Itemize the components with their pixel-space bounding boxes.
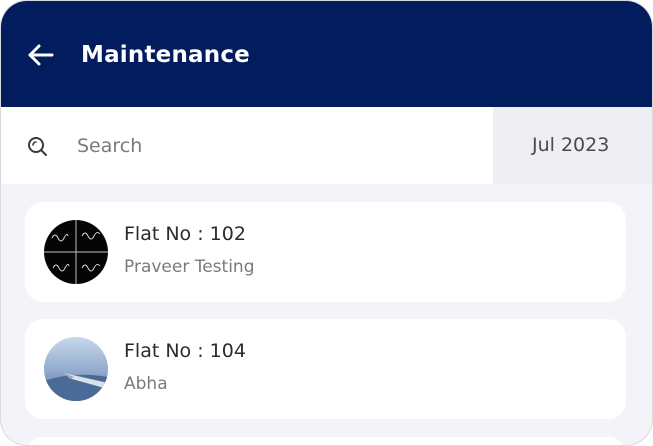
app-header: Maintenance (1, 1, 652, 107)
avatar (44, 337, 108, 401)
resident-name: Abha (124, 374, 168, 394)
app-screen: Maintenance Jul 2023 (1, 1, 652, 445)
list-item-partial[interactable] (25, 437, 626, 445)
flat-list: Flat No : 102 Praveer Testing Flat No: … (1, 184, 652, 445)
signature-collage-avatar (44, 220, 108, 284)
list-item[interactable]: Flat No : 102 Praveer Testing (25, 202, 626, 302)
airplane-wing-sky-avatar (44, 337, 108, 401)
search-icon (28, 137, 47, 156)
back-button[interactable] (23, 39, 57, 71)
flat-number: Flat No : 104 (124, 340, 246, 362)
resident-name: Praveer Testing (124, 257, 255, 277)
month-selector[interactable]: Jul 2023 (493, 107, 652, 184)
flat-number: Flat No : 102 (124, 223, 246, 245)
list-item[interactable]: Flat No : 104 Abha (25, 319, 626, 419)
arrow-left-icon (28, 44, 54, 66)
month-label: Jul 2023 (532, 134, 610, 156)
page-title: Maintenance (81, 42, 250, 68)
search-bar (1, 107, 493, 184)
search-input[interactable] (77, 129, 457, 163)
avatar (44, 220, 108, 284)
